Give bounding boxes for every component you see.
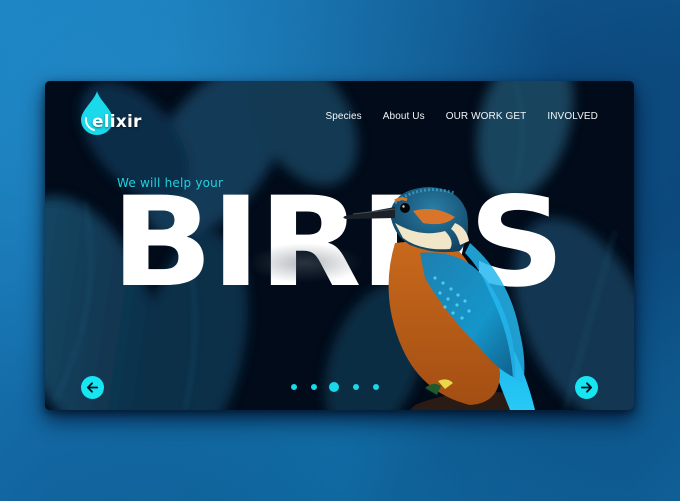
brand-name: elixir bbox=[92, 112, 142, 132]
arrow-right-icon bbox=[580, 382, 593, 393]
nav-item-about-us[interactable]: About Us bbox=[383, 111, 425, 122]
slide-dot-3-active[interactable] bbox=[329, 382, 339, 392]
prev-slide-button[interactable] bbox=[81, 376, 104, 399]
nav-item-species[interactable]: Species bbox=[325, 111, 361, 122]
nav-item-involved[interactable]: INVOLVED bbox=[547, 111, 598, 122]
kingfisher-image bbox=[295, 183, 565, 410]
slide-dot-1[interactable] bbox=[291, 384, 297, 390]
nav-item-our-work-get[interactable]: OUR WORK GET bbox=[446, 111, 527, 122]
hero-card: elixir Species About Us OUR WORK GET INV… bbox=[45, 81, 634, 410]
brand-logo[interactable]: elixir bbox=[80, 90, 150, 138]
slide-dot-4[interactable] bbox=[353, 384, 359, 390]
slide-dot-5[interactable] bbox=[373, 384, 379, 390]
next-slide-button[interactable] bbox=[575, 376, 598, 399]
carousel-indicators bbox=[291, 382, 393, 392]
arrow-left-icon bbox=[86, 382, 99, 393]
slide-dot-2[interactable] bbox=[311, 384, 317, 390]
main-nav: Species About Us OUR WORK GET INVOLVED bbox=[304, 111, 598, 122]
